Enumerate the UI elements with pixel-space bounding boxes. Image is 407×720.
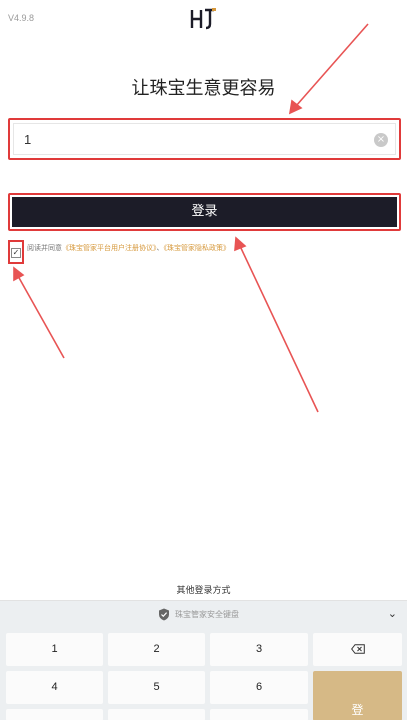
privacy-policy-link[interactable]: 《珠宝管家隐私政策》 (164, 244, 231, 252)
brand-logo (190, 8, 216, 30)
keyboard-login-key[interactable]: 登 (313, 671, 402, 720)
key-1[interactable]: 1 (6, 633, 103, 666)
phone-field-box: × (13, 123, 396, 155)
other-login-label: 其他登录方式 (176, 586, 231, 596)
key-row3-left[interactable] (6, 709, 103, 720)
key-row3-right[interactable] (210, 709, 308, 720)
clear-icon[interactable]: × (374, 133, 388, 147)
key-6[interactable]: 6 (210, 671, 308, 704)
agreement-row: ✓ 阅读并同意《珠宝管家平台用户注册协议》、《珠宝管家隐私政策》 (8, 240, 403, 264)
secure-keyboard: 珠宝管家安全键盘 ⌄ 1 2 3 4 5 6 登 (0, 600, 407, 720)
shield-icon (159, 608, 169, 621)
key-row3-mid[interactable] (108, 709, 205, 720)
version-label: V4.9.8 (8, 13, 35, 23)
phone-input[interactable] (24, 124, 364, 154)
chevron-down-icon[interactable]: ⌄ (388, 607, 397, 620)
keyboard-header: 珠宝管家安全键盘 ⌄ (0, 601, 407, 629)
login-button[interactable]: 登录 (12, 197, 397, 227)
agreement-separator: 、 (156, 244, 164, 252)
user-agreement-link[interactable]: 《珠宝管家平台用户注册协议》 (62, 244, 157, 252)
key-3[interactable]: 3 (210, 633, 308, 666)
agreement-prefix: 阅读并同意 (27, 244, 62, 252)
key-5[interactable]: 5 (108, 671, 205, 704)
phone-field-wrapper: × (8, 118, 401, 160)
login-button-wrapper: 登录 (8, 193, 401, 231)
key-4[interactable]: 4 (6, 671, 103, 704)
backspace-icon (351, 644, 365, 654)
checkbox-highlight: ✓ (8, 240, 24, 264)
backspace-key[interactable] (313, 633, 402, 666)
agreement-text: 阅读并同意《珠宝管家平台用户注册协议》、《珠宝管家隐私政策》 (27, 243, 230, 253)
key-2[interactable]: 2 (108, 633, 205, 666)
keyboard-title: 珠宝管家安全键盘 (175, 610, 239, 619)
page-title: 让珠宝生意更容易 (131, 78, 276, 99)
agreement-checkbox[interactable]: ✓ (11, 248, 21, 258)
